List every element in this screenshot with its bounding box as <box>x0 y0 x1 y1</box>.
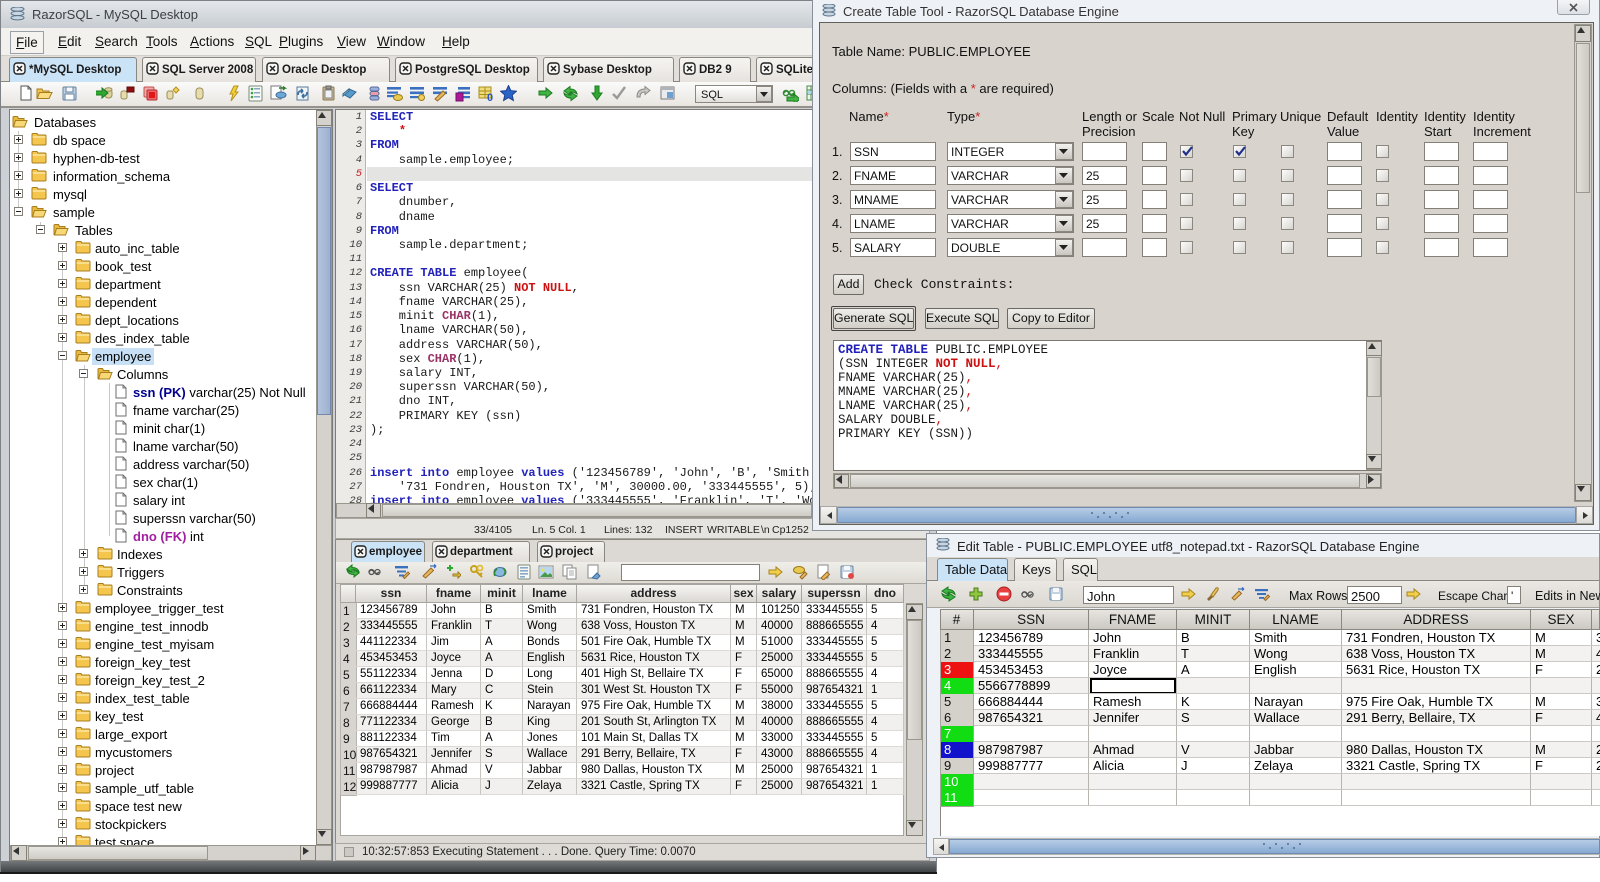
svg-text:0: 0 <box>487 92 493 102</box>
